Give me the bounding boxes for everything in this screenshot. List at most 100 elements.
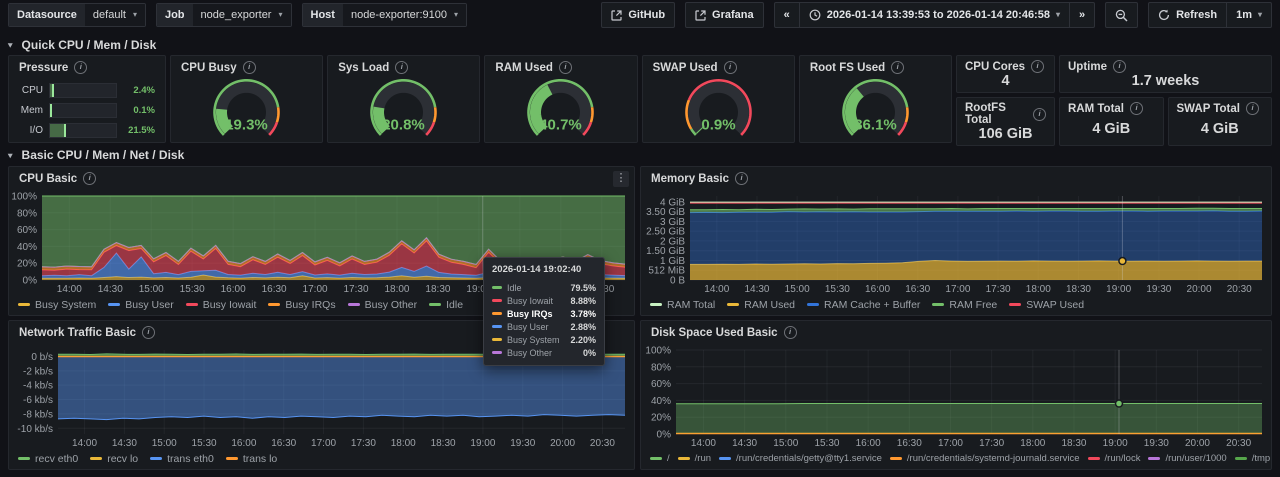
panel-title-text[interactable]: SWAP Total	[1177, 103, 1240, 115]
job-picker[interactable]: Job node_exporter▾	[156, 3, 292, 27]
stat-value: 106 GiB	[957, 126, 1054, 145]
panel-title-text[interactable]: CPU Cores	[965, 61, 1025, 73]
panel-title: Sys Load i	[328, 56, 479, 77]
legend-item[interactable]: recv lo	[90, 453, 138, 465]
info-icon[interactable]: i	[891, 61, 904, 74]
legend-item[interactable]: Busy System	[18, 299, 96, 311]
stat-value: 4	[957, 73, 1054, 92]
svg-text:16:00: 16:00	[231, 438, 256, 449]
info-icon[interactable]: i	[1031, 60, 1044, 73]
panel-title[interactable]: Memory Basic	[651, 173, 729, 185]
section-quick-title: Quick CPU / Mem / Disk	[22, 38, 157, 52]
info-icon[interactable]: i	[142, 326, 155, 339]
legend-swatch	[429, 303, 441, 306]
legend-item[interactable]: /run/user/1000	[1148, 453, 1226, 464]
svg-text:15:30: 15:30	[180, 284, 205, 295]
refresh-button[interactable]: Refresh	[1148, 2, 1227, 28]
section-basic[interactable]: ▾ Basic CPU / Mem / Net / Disk	[8, 148, 184, 162]
legend-item[interactable]: /run/credentials/systemd-journald.servic…	[890, 453, 1080, 464]
time-range-forward-button[interactable]: »	[1069, 2, 1095, 28]
panel-title-text[interactable]: CPU Busy	[181, 62, 237, 74]
disk-space-chart[interactable]: 0%20%40%60%80%100%14:0014:3015:0015:3016…	[642, 345, 1270, 449]
host-picker[interactable]: Host node-exporter:9100▾	[302, 3, 467, 27]
github-link-button[interactable]: GitHub	[601, 2, 675, 28]
svg-text:1.50 GiB: 1.50 GiB	[646, 246, 685, 257]
legend-item[interactable]: RAM Used	[727, 299, 795, 311]
info-icon[interactable]: i	[1246, 102, 1259, 115]
svg-text:18:30: 18:30	[431, 438, 456, 449]
panel-title: Root FS Used i	[800, 56, 951, 77]
legend-label: /run/credentials/systemd-journald.servic…	[907, 453, 1080, 464]
legend-item[interactable]: Busy IRQs	[268, 299, 335, 311]
section-quick[interactable]: ▾ Quick CPU / Mem / Disk	[8, 38, 156, 52]
pressure-row: I/O21.5%	[15, 120, 155, 140]
swap-used-gauge-panel: SWAP Usedi0.9%	[642, 55, 795, 143]
info-icon[interactable]: i	[395, 61, 408, 74]
memory-basic-chart[interactable]: 0 B512 MiB1 GiB1.50 GiB2 GiB2.50 GiB3 Gi…	[642, 191, 1270, 295]
panel-title-text[interactable]: RAM Used	[495, 62, 553, 74]
legend-item[interactable]: /tmp	[1235, 453, 1270, 464]
time-range-back-button[interactable]: «	[774, 2, 800, 28]
legend-swatch	[650, 303, 662, 306]
tooltip-series-value: 2.88%	[570, 322, 596, 332]
pressure-row-label: CPU	[15, 85, 43, 96]
legend-item[interactable]: trans eth0	[150, 453, 214, 465]
panel-title[interactable]: Disk Space Used Basic	[651, 327, 778, 339]
panel-title-text[interactable]: RootFS Total	[965, 102, 1027, 126]
info-icon[interactable]: i	[83, 172, 96, 185]
kebab-menu-icon[interactable]: ⋮	[613, 171, 629, 187]
panel-title[interactable]: Network Traffic Basic	[19, 327, 136, 339]
svg-text:0 b/s: 0 b/s	[31, 352, 53, 363]
panel-title: RAM Used i	[485, 56, 636, 77]
panel-title[interactable]: Pressure	[19, 62, 68, 74]
panel-title-text[interactable]: Uptime	[1068, 61, 1107, 73]
legend-item[interactable]: /	[650, 453, 670, 464]
legend-item[interactable]: RAM Total	[650, 299, 715, 311]
legend-label: Busy User	[125, 299, 173, 311]
info-icon[interactable]: i	[1113, 60, 1126, 73]
gauge: 20.8%	[328, 76, 479, 142]
info-icon[interactable]: i	[724, 61, 737, 74]
refresh-interval-dropdown[interactable]: 1m▾	[1226, 2, 1272, 28]
svg-text:20%: 20%	[17, 259, 37, 270]
info-icon[interactable]: i	[735, 172, 748, 185]
legend-item[interactable]: recv eth0	[18, 453, 78, 465]
legend-item[interactable]: Busy User	[108, 299, 173, 311]
grafana-link-button[interactable]: Grafana	[685, 2, 764, 28]
svg-text:14:00: 14:00	[691, 438, 716, 449]
job-value: node_exporter	[201, 9, 272, 21]
zoom-out-button[interactable]	[1105, 2, 1138, 28]
svg-text:18:30: 18:30	[1061, 438, 1086, 449]
panel-title-text[interactable]: Sys Load	[338, 62, 389, 74]
legend-item[interactable]: /run	[678, 453, 711, 464]
legend-item[interactable]: SWAP Used	[1009, 299, 1084, 311]
svg-text:-10 kb/s: -10 kb/s	[17, 424, 53, 435]
info-icon[interactable]: i	[1130, 102, 1143, 115]
legend-label: /run/user/1000	[1165, 453, 1226, 464]
legend-item[interactable]: Busy Other	[348, 299, 418, 311]
info-icon[interactable]: i	[784, 326, 797, 339]
panel-title[interactable]: CPU Basic	[19, 173, 77, 185]
external-link-icon	[695, 10, 706, 21]
panel-title-text[interactable]: Root FS Used	[810, 62, 885, 74]
legend-item[interactable]: RAM Cache + Buffer	[807, 299, 920, 311]
time-range-picker[interactable]: 2026-01-14 13:39:53 to 2026-01-14 20:46:…	[799, 2, 1070, 28]
info-icon[interactable]: i	[559, 61, 572, 74]
panel-title-text[interactable]: RAM Total	[1068, 103, 1124, 115]
svg-text:19:00: 19:00	[1106, 284, 1131, 295]
info-icon[interactable]: i	[243, 61, 256, 74]
panel-title-text[interactable]: SWAP Used	[653, 62, 718, 74]
legend-item[interactable]: trans lo	[226, 453, 277, 465]
legend-item[interactable]: Idle	[429, 299, 463, 311]
datasource-picker[interactable]: Datasource default▾	[8, 3, 146, 27]
legend-label: RAM Total	[667, 299, 715, 311]
legend-item[interactable]: RAM Free	[932, 299, 997, 311]
legend-item[interactable]: /run/credentials/getty@tty1.service	[719, 453, 882, 464]
pressure-row-label: Mem	[15, 105, 43, 116]
info-icon[interactable]: i	[74, 61, 87, 74]
info-icon[interactable]: i	[1033, 108, 1046, 121]
svg-text:16:30: 16:30	[262, 284, 287, 295]
legend-item[interactable]: /run/lock	[1088, 453, 1141, 464]
svg-text:0 B: 0 B	[670, 276, 685, 287]
legend-item[interactable]: Busy Iowait	[186, 299, 257, 311]
